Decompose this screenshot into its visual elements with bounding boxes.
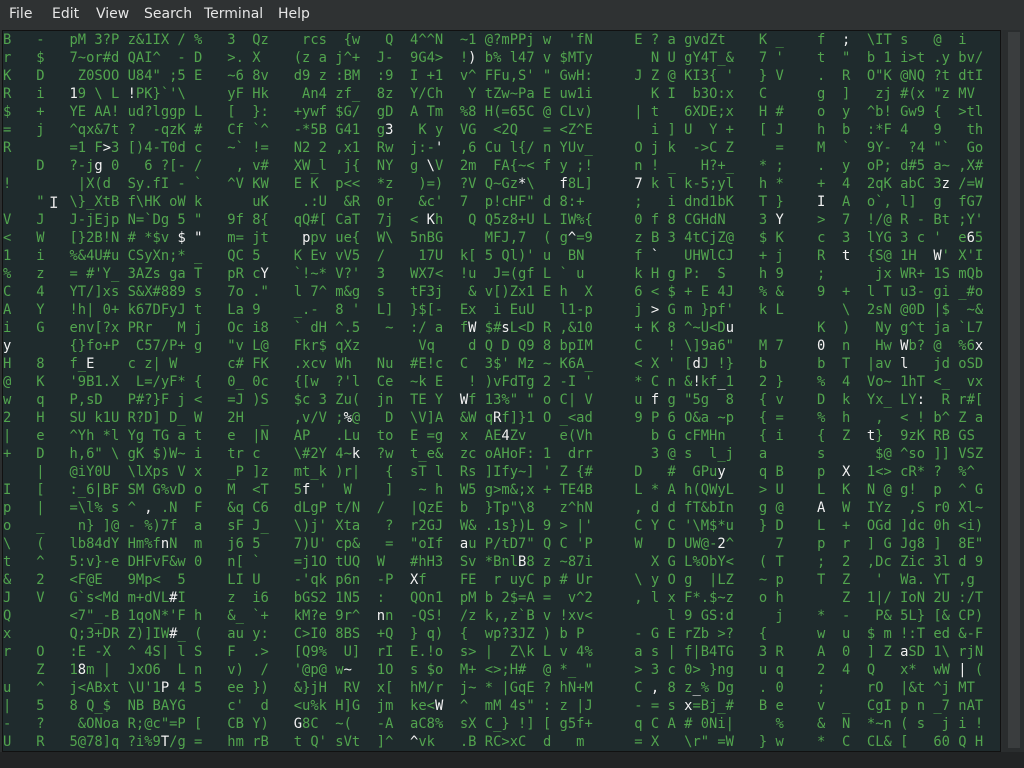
menu-view[interactable]: View <box>96 6 129 22</box>
matrix-rain-text: B - pM 3?P z&1IX / % 3 Qz rcs {w Q 4^^N … <box>3 32 984 750</box>
terminal-view[interactable]: B - pM 3?P z&1IX / % 3 Qz rcs {w Q 4^^N … <box>2 30 1001 752</box>
vertical-scrollbar[interactable] <box>1003 30 1024 752</box>
menu-edit[interactable]: Edit <box>52 6 79 22</box>
menu-file[interactable]: File <box>9 6 32 22</box>
text-cursor-icon: I <box>49 193 59 212</box>
menu-terminal[interactable]: Terminal <box>204 6 263 22</box>
window-bottom-edge <box>0 752 1024 768</box>
menu-bar: File Edit View Search Terminal Help <box>0 0 1024 30</box>
scrollbar-thumb[interactable] <box>1008 32 1020 748</box>
menu-search[interactable]: Search <box>144 6 192 22</box>
menu-help[interactable]: Help <box>278 6 310 22</box>
